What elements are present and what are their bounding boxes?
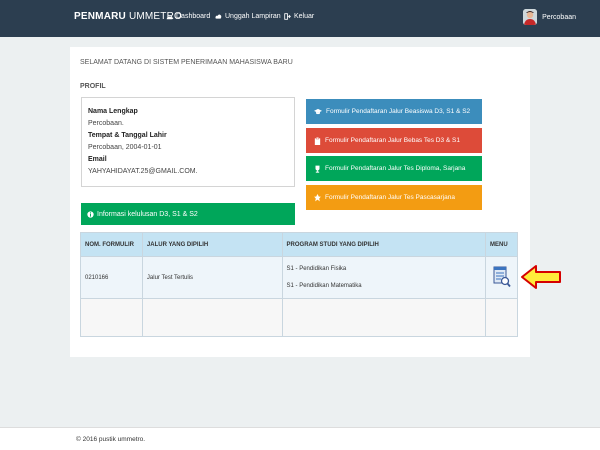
form-pascasarjana-label: Formulir Pendaftaran Jalur Tes Pascasarj… <box>325 194 455 201</box>
pointer-arrow-icon <box>521 265 561 289</box>
email-value: YAHYAHIDAYAT.25@GMAIL.COM. <box>88 168 198 175</box>
nav-keluar[interactable]: Keluar <box>284 13 314 20</box>
form-beasiswa-label: Formulir Pendaftaran Jalur Beasiswa D3, … <box>326 108 471 115</box>
dashboard-icon <box>166 16 173 20</box>
registration-table: NOM. FORMULIR JALUR YANG DIPILIH PROGRAM… <box>80 232 518 337</box>
user-menu[interactable]: Percobaan <box>523 9 576 25</box>
info-icon <box>87 210 94 218</box>
upload-icon <box>215 14 222 19</box>
cell-jalur: Jalur Test Tertulis <box>141 256 283 299</box>
header-program: PROGRAM STUDI YANG DIPILIH <box>281 232 487 257</box>
info-kelulusan-label: Informasi kelulusan D3, S1 & S2 <box>97 210 198 218</box>
document-search-icon[interactable] <box>493 266 511 288</box>
cell-empty <box>281 298 487 337</box>
header-jalur: JALUR YANG DIPILIH <box>141 232 283 257</box>
email-label: Email <box>88 156 107 163</box>
program-item: S1 - Pendidikan Matematika <box>286 282 362 289</box>
nav-dashboard-label: Dashboard <box>176 13 211 20</box>
table-row: 0210166 Jalur Test Tertulis S1 - Pendidi… <box>80 256 518 299</box>
header-menu: MENU <box>485 232 518 257</box>
form-bebas-tes-button[interactable]: Formulir Pendaftaran Jalur Bebas Tes D3 … <box>306 128 482 153</box>
form-bebas-tes-label: Formulir Pendaftaran Jalur Bebas Tes D3 … <box>325 137 461 144</box>
cell-program: S1 - Pendidikan Fisika S1 - Pendidikan M… <box>281 256 487 299</box>
top-navbar: PENMARU UMMETRO Dashboard Unggah Lampira… <box>0 0 600 37</box>
trophy-icon <box>315 165 320 173</box>
cell-nomor: 0210166 <box>80 256 143 299</box>
form-pascasarjana-button[interactable]: Formulir Pendaftaran Jalur Tes Pascasarj… <box>306 185 482 210</box>
info-kelulusan-button[interactable]: Informasi kelulusan D3, S1 & S2 <box>81 203 295 225</box>
main-panel: SELAMAT DATANG DI SISTEM PENERIMAAN MAHA… <box>70 47 530 357</box>
table-header-row: NOM. FORMULIR JALUR YANG DIPILIH PROGRAM… <box>80 232 518 257</box>
nav-dashboard[interactable]: Dashboard <box>166 13 210 20</box>
birth-label: Tempat & Tanggal Lahir <box>88 132 167 139</box>
profile-box: Nama Lengkap Percobaan. Tempat & Tanggal… <box>81 97 295 187</box>
nav-keluar-label: Keluar <box>294 13 315 20</box>
name-value: Percobaan. <box>88 120 124 127</box>
nav-unggah-label: Unggah Lampiran <box>225 13 281 20</box>
cell-menu <box>485 256 518 299</box>
logout-icon <box>284 13 291 20</box>
form-beasiswa-button[interactable]: Formulir Pendaftaran Jalur Beasiswa D3, … <box>306 99 482 124</box>
welcome-heading: SELAMAT DATANG DI SISTEM PENERIMAAN MAHA… <box>80 59 293 66</box>
user-avatar-icon <box>523 9 538 25</box>
form-tes-diploma-label: Formulir Pendaftaran Jalur Tes Diploma, … <box>325 165 466 172</box>
name-label: Nama Lengkap <box>88 108 138 115</box>
table-row-empty <box>80 298 518 337</box>
profile-title: PROFIL <box>80 83 106 90</box>
cell-empty <box>80 298 143 337</box>
program-item: S1 - Pendidikan Fisika <box>286 265 347 272</box>
birth-value: Percobaan, 2004-01-01 <box>88 144 162 151</box>
header-nomor: NOM. FORMULIR <box>80 232 143 257</box>
nav-unggah-lampiran[interactable]: Unggah Lampiran <box>215 13 281 20</box>
footer-copyright: © 2016 pustik ummetro. <box>76 436 146 443</box>
cell-empty <box>485 298 518 337</box>
clipboard-icon <box>314 136 321 145</box>
cell-empty <box>141 298 283 337</box>
footer: © 2016 pustik ummetro. <box>0 427 600 450</box>
user-name: Percobaan <box>542 13 576 21</box>
graduation-cap-icon <box>314 108 322 115</box>
flag-icon <box>314 193 321 201</box>
form-tes-diploma-button[interactable]: Formulir Pendaftaran Jalur Tes Diploma, … <box>306 156 482 181</box>
avatar <box>523 9 538 25</box>
